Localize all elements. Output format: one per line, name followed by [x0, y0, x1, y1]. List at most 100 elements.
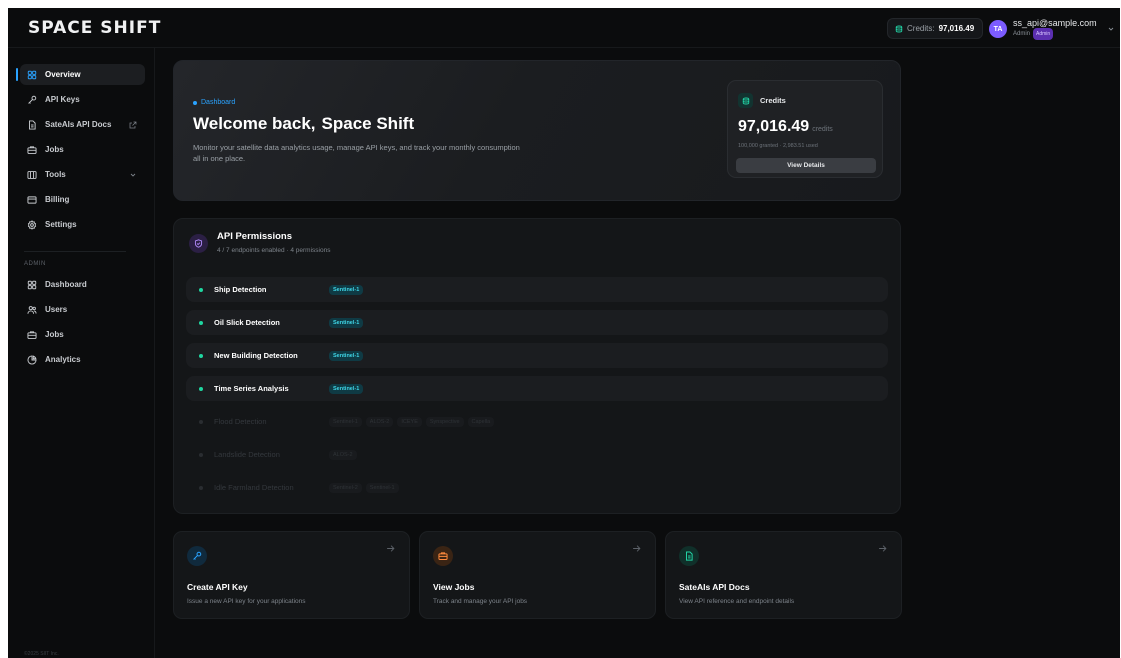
sidebar-item-admin-analytics[interactable]: Analytics: [20, 349, 145, 370]
credits-balance-value: 97,016.49: [738, 118, 810, 135]
credits-card-header: Credits: [738, 93, 786, 108]
sidebar-divider: [24, 251, 126, 252]
permissions-title: API Permissions: [217, 231, 292, 242]
welcome-subtitle: Monitor your satellite data analytics us…: [193, 143, 520, 163]
permission-row[interactable]: Oil Slick Detection Sentinel-1: [186, 310, 888, 335]
database-icon: [738, 93, 753, 108]
satellite-tag: ALOS-2: [329, 449, 357, 460]
satellite-tag: ICEYE: [397, 416, 422, 427]
breadcrumb-label: Dashboard: [201, 99, 236, 106]
sidebar-item-label: Analytics: [45, 355, 81, 364]
credits-pill-value: 97,016.49: [938, 24, 975, 33]
chevron-down-icon: [1108, 27, 1113, 31]
status-dot: [199, 320, 203, 325]
grid-icon: [27, 70, 37, 79]
satellite-tag: ALOS-2: [365, 416, 394, 427]
sidebar-item-billing[interactable]: Billing: [20, 189, 145, 210]
status-dot: [199, 419, 203, 424]
user-email: ss_api@sample.com: [1013, 18, 1097, 28]
credits-pill-label: Credits:: [907, 24, 935, 33]
sidebar-item-admin-users[interactable]: Users: [20, 299, 145, 320]
main-content: Dashboard Welcome back, Space Shift Monit…: [156, 48, 1120, 658]
sidebar-item-label: Settings: [45, 220, 77, 229]
permission-name: Time Series Analysis: [214, 384, 289, 393]
permission-name: Ship Detection: [214, 285, 267, 294]
action-card-create-api-key[interactable]: Create API Key Issue a new API key for yo…: [173, 531, 410, 619]
permission-row[interactable]: Idle Farmland Detection Sentinel-2 Sentine…: [186, 475, 888, 500]
action-description: Issue a new API key for your application…: [187, 598, 306, 605]
satellite-tag: Sentinel-2: [329, 482, 362, 493]
tools-icon: [27, 170, 37, 179]
greeting: Welcome back,: [193, 114, 316, 133]
action-card-view-jobs[interactable]: View Jobs Track and manage your API jobs: [419, 531, 656, 619]
chart-icon: [27, 354, 37, 365]
user-role: Admin: [1013, 31, 1031, 37]
permission-row[interactable]: Flood Detection Sentinel-1 ALOS-2 ICEYE Syns…: [186, 409, 888, 434]
sidebar-item-jobs[interactable]: Jobs: [20, 139, 145, 160]
arrow-right-icon: [633, 545, 641, 552]
credits-card-title: Credits: [760, 96, 786, 105]
sidebar-item-label: Users: [45, 305, 68, 314]
sidebar-item-settings[interactable]: Settings: [20, 214, 145, 235]
sidebar-item-admin-jobs[interactable]: Jobs: [20, 324, 145, 345]
briefcase-icon: [433, 546, 453, 566]
satellite-tag: Sentinel-1: [329, 416, 362, 427]
view-details-button[interactable]: View Details: [736, 158, 876, 173]
satellite-tag: Sentinel-1: [329, 317, 364, 328]
user-info: ss_api@sample.com Admin Admin: [1013, 18, 1097, 40]
sidebar-item-label: Jobs: [45, 330, 64, 339]
sidebar-item-label: Jobs: [45, 145, 64, 154]
arrow-right-icon: [879, 545, 887, 552]
users-icon: [27, 305, 37, 314]
user-menu[interactable]: TA ss_api@sample.com Admin Admin: [989, 17, 1115, 41]
logo[interactable]: SPACE SHIFT: [28, 18, 161, 38]
database-icon: [895, 25, 903, 32]
satellite-tag: Synspective: [425, 416, 464, 427]
sidebar-item-api-docs[interactable]: SateAIs API Docs: [20, 114, 145, 135]
status-dot: [199, 353, 203, 358]
sidebar-item-tools[interactable]: Tools: [20, 164, 145, 185]
permission-name: New Building Detection: [214, 351, 298, 360]
breadcrumb: Dashboard: [193, 99, 235, 106]
action-title: SateAIs API Docs: [679, 582, 750, 592]
gear-icon: [27, 219, 37, 230]
user-role-line: Admin Admin: [1013, 28, 1097, 40]
action-card-sateais-api-docs[interactable]: SateAIs API Docs View API reference and e…: [665, 531, 902, 619]
action-title: View Jobs: [433, 582, 475, 592]
credits-card: Credits 97,016.49 credits 100,000 granted…: [727, 80, 883, 178]
status-dot: [199, 485, 203, 490]
status-dot: [199, 287, 203, 292]
document-icon: [679, 546, 699, 566]
credits-balance: 97,016.49 credits: [738, 118, 833, 136]
grid-icon: [27, 280, 37, 289]
permission-row[interactable]: Ship Detection Sentinel-1: [186, 277, 888, 302]
footer-copyright: ©2025 SIIT Inc.: [24, 651, 59, 657]
app-window: SPACE SHIFT Credits: 97,016.49 TA ss_api…: [8, 8, 1120, 658]
sidebar-item-label: Overview: [45, 70, 81, 79]
credit-card-icon: [27, 195, 37, 204]
api-permissions-card: API Permissions 4 / 7 endpoints enabled …: [173, 218, 901, 514]
action-description: View API reference and endpoint details: [679, 598, 795, 605]
sidebar-item-overview[interactable]: Overview: [16, 64, 145, 85]
permission-row[interactable]: Time Series Analysis Sentinel-1: [186, 376, 888, 401]
permission-name: Oil Slick Detection: [214, 318, 280, 327]
sidebar-item-api-keys[interactable]: API Keys: [20, 89, 145, 110]
credits-used: 2,983.51 used: [782, 143, 818, 149]
permission-name: Flood Detection: [214, 417, 267, 426]
breadcrumb-dot: [193, 100, 197, 105]
top-bar: SPACE SHIFT Credits: 97,016.49 TA ss_api…: [8, 8, 1120, 48]
key-icon: [28, 95, 37, 104]
sidebar-item-label: Tools: [45, 170, 66, 179]
external-link-icon: [129, 121, 137, 128]
permission-row[interactable]: Landslide Detection ALOS-2: [186, 442, 888, 467]
permission-row[interactable]: New Building Detection Sentinel-1: [186, 343, 888, 368]
credits-granted: 100,000 granted: [738, 143, 779, 149]
status-dot: [199, 452, 203, 457]
sidebar-item-admin-dashboard[interactable]: Dashboard: [20, 274, 145, 295]
shield-icon: [189, 234, 208, 253]
credits-pill[interactable]: Credits: 97,016.49: [887, 18, 983, 39]
satellite-tag: Capella: [467, 416, 495, 427]
sidebar-item-label: Dashboard: [45, 280, 87, 289]
satellite-tag: Sentinel-1: [365, 482, 399, 493]
admin-section-heading: ADMIN: [24, 261, 46, 267]
